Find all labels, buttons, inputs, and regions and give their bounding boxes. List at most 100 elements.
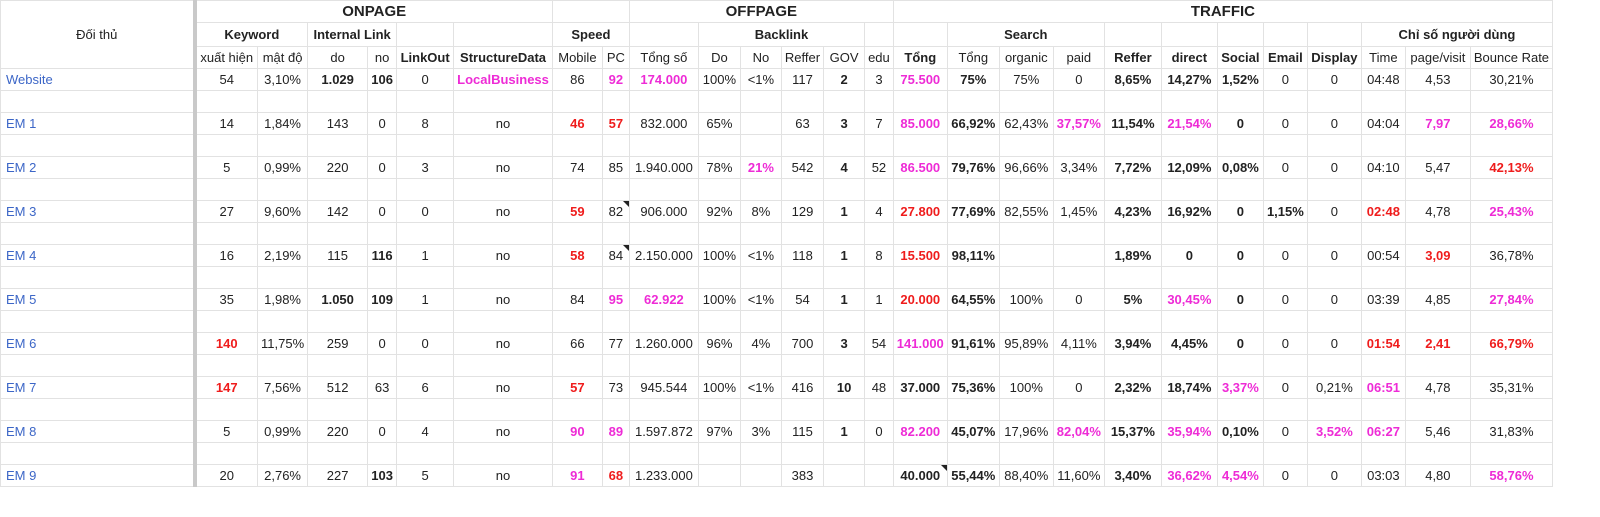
table-cell[interactable]: 4 [396, 420, 455, 443]
table-cell[interactable]: 4 [864, 200, 894, 223]
table-cell[interactable]: 66,92% [946, 112, 1000, 135]
competitor-name[interactable]: EM 4 [0, 244, 197, 267]
table-cell[interactable]: 64,55% [946, 288, 1000, 311]
table-cell[interactable]: 0 [1216, 200, 1264, 223]
table-cell[interactable]: no [453, 464, 553, 487]
table-cell[interactable] [864, 464, 894, 487]
table-cell[interactable]: 1 [823, 420, 866, 443]
competitor-name[interactable]: Website [0, 68, 197, 91]
table-cell[interactable]: 4,78 [1404, 200, 1471, 223]
table-cell[interactable]: 27 [194, 200, 258, 223]
table-cell[interactable]: 2 [823, 68, 866, 91]
table-cell[interactable]: 3% [739, 420, 782, 443]
table-cell[interactable]: 21,54% [1160, 112, 1218, 135]
table-cell[interactable]: 1.029 [307, 68, 369, 91]
table-cell[interactable]: no [453, 332, 553, 355]
table-cell[interactable]: 4,45% [1160, 332, 1218, 355]
table-cell[interactable]: 86.500 [892, 156, 948, 179]
table-cell[interactable]: 4 [823, 156, 866, 179]
table-cell[interactable]: 3,09 [1404, 244, 1471, 267]
table-cell[interactable]: 0 [367, 200, 398, 223]
table-cell[interactable]: 0 [1306, 464, 1362, 487]
table-cell[interactable]: 0 [1216, 332, 1264, 355]
table-cell[interactable]: 10 [823, 376, 866, 399]
table-cell[interactable]: 0 [1306, 200, 1362, 223]
table-cell[interactable]: 0 [1262, 244, 1308, 267]
table-cell[interactable]: 85.000 [892, 112, 948, 135]
table-cell[interactable]: 66 [551, 332, 603, 355]
table-cell[interactable]: 37.000 [892, 376, 948, 399]
table-cell[interactable]: 0 [1052, 376, 1105, 399]
table-cell[interactable]: 1,98% [256, 288, 309, 311]
table-cell[interactable]: 82.200 [892, 420, 948, 443]
table-cell[interactable]: 0 [864, 420, 894, 443]
table-cell[interactable]: 100% [697, 244, 741, 267]
table-cell[interactable]: 116 [367, 244, 398, 267]
table-cell[interactable]: 54 [780, 288, 825, 311]
table-cell[interactable]: 04:48 [1360, 68, 1406, 91]
table-cell[interactable]: 92 [601, 68, 630, 91]
table-cell[interactable]: 2.150.000 [628, 244, 699, 267]
table-cell[interactable]: 3,52% [1306, 420, 1362, 443]
table-cell[interactable]: 16 [194, 244, 258, 267]
table-cell[interactable]: 42,13% [1469, 156, 1554, 179]
table-cell[interactable]: 48 [864, 376, 894, 399]
table-cell[interactable]: 3,34% [1052, 156, 1105, 179]
table-cell[interactable]: 95,89% [998, 332, 1054, 355]
table-cell[interactable]: 0 [367, 112, 398, 135]
table-cell[interactable]: 100% [998, 288, 1054, 311]
table-cell[interactable]: 52 [864, 156, 894, 179]
table-cell[interactable]: 117 [780, 68, 825, 91]
competitor-name[interactable]: EM 7 [0, 376, 197, 399]
table-cell[interactable]: 02:48 [1360, 200, 1406, 223]
table-cell[interactable]: 143 [307, 112, 369, 135]
table-cell[interactable]: 4,53 [1404, 68, 1471, 91]
table-cell[interactable]: 7,56% [256, 376, 309, 399]
table-cell[interactable]: 03:39 [1360, 288, 1406, 311]
table-cell[interactable]: 700 [780, 332, 825, 355]
table-cell[interactable]: 1,45% [1052, 200, 1105, 223]
table-cell[interactable]: 96,66% [998, 156, 1054, 179]
table-cell[interactable]: 91,61% [946, 332, 1000, 355]
table-cell[interactable]: 11,75% [256, 332, 309, 355]
table-cell[interactable]: 96% [697, 332, 741, 355]
table-cell[interactable]: 220 [307, 156, 369, 179]
table-cell[interactable]: 115 [780, 420, 825, 443]
table-cell[interactable]: 0 [1306, 112, 1362, 135]
table-cell[interactable]: 3,37% [1216, 376, 1264, 399]
table-cell[interactable]: 3,40% [1103, 464, 1162, 487]
table-cell[interactable]: 78% [697, 156, 741, 179]
table-cell[interactable]: 3 [864, 68, 894, 91]
table-cell[interactable]: 15,37% [1103, 420, 1162, 443]
table-cell[interactable]: 79,76% [946, 156, 1000, 179]
table-cell[interactable]: 2,19% [256, 244, 309, 267]
table-cell[interactable]: 5 [194, 420, 258, 443]
table-cell[interactable]: 5% [1103, 288, 1162, 311]
table-cell[interactable]: 100% [697, 68, 741, 91]
table-cell[interactable]: 0,99% [256, 420, 309, 443]
table-cell[interactable]: 4,85 [1404, 288, 1471, 311]
table-cell[interactable]: 0 [1306, 156, 1362, 179]
table-cell[interactable]: 62.922 [628, 288, 699, 311]
table-cell[interactable]: 0 [1262, 332, 1308, 355]
table-cell[interactable]: 85 [601, 156, 630, 179]
table-cell[interactable]: 2,32% [1103, 376, 1162, 399]
table-cell[interactable]: 17,96% [998, 420, 1054, 443]
table-cell[interactable]: 82,04% [1052, 420, 1105, 443]
table-cell[interactable]: 142 [307, 200, 369, 223]
table-cell[interactable]: 97% [697, 420, 741, 443]
table-cell[interactable]: 0 [1306, 332, 1362, 355]
table-cell[interactable]: 0 [367, 332, 398, 355]
table-cell[interactable]: 25,43% [1469, 200, 1554, 223]
table-cell[interactable] [998, 244, 1054, 267]
competitor-name[interactable]: EM 9 [0, 464, 197, 487]
table-cell[interactable] [697, 464, 741, 487]
table-cell[interactable]: 227 [307, 464, 369, 487]
table-cell[interactable]: 0 [367, 420, 398, 443]
table-cell[interactable]: 1,89% [1103, 244, 1162, 267]
table-cell[interactable]: 1,52% [1216, 68, 1264, 91]
table-cell[interactable]: 68 [601, 464, 630, 487]
table-cell[interactable]: 0 [1262, 288, 1308, 311]
table-cell[interactable]: 0 [1262, 68, 1308, 91]
table-cell[interactable]: 416 [780, 376, 825, 399]
